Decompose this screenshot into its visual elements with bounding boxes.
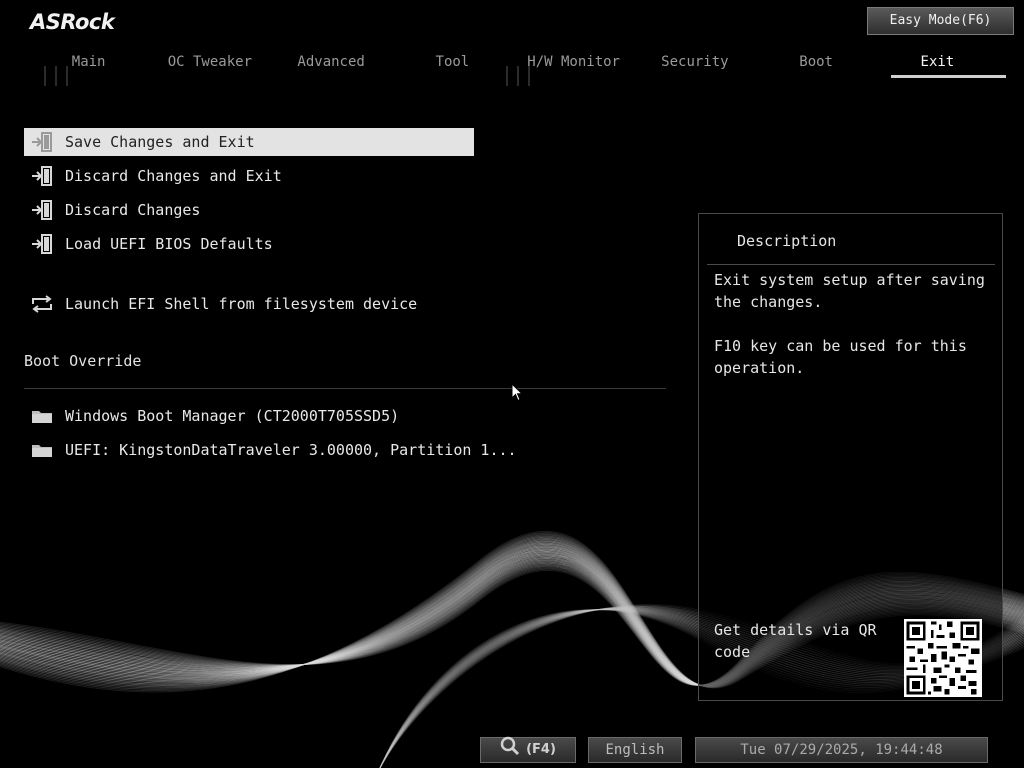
description-panel: Description Exit system setup after savi… bbox=[698, 213, 1003, 701]
menu-item-discard-changes-and-exit[interactable]: Discard Changes and Exit bbox=[24, 162, 474, 190]
refresh-arrows-icon bbox=[30, 294, 54, 314]
datetime-display: Tue 07/29/2025, 19:44:48 bbox=[695, 737, 988, 763]
menu-item-label: Save Changes and Exit bbox=[65, 133, 255, 151]
tab-tool[interactable]: Tool bbox=[392, 50, 513, 80]
menu-item-label: Load UEFI BIOS Defaults bbox=[65, 235, 273, 253]
exit-door-icon bbox=[30, 166, 54, 186]
tab-security[interactable]: Security bbox=[634, 50, 755, 80]
tab-boot[interactable]: Boot bbox=[756, 50, 877, 80]
description-text: Exit system setup after saving the chang… bbox=[714, 269, 994, 401]
tab-oc-tweaker[interactable]: OC Tweaker bbox=[149, 50, 270, 80]
mouse-cursor-icon bbox=[511, 382, 524, 406]
boot-override-title: Boot Override bbox=[24, 352, 142, 370]
qr-label: Get details via QR code bbox=[714, 621, 877, 661]
description-paragraph: Exit system setup after saving the chang… bbox=[714, 271, 985, 311]
description-paragraph: F10 key can be used for this operation. bbox=[714, 337, 967, 377]
menu-item-discard-changes[interactable]: Discard Changes bbox=[24, 196, 474, 224]
menu-item-label: Discard Changes bbox=[65, 201, 201, 219]
easy-mode-button[interactable]: Easy Mode(F6) bbox=[867, 7, 1014, 35]
search-icon bbox=[500, 736, 520, 764]
description-title: Description bbox=[737, 232, 837, 250]
menu-item-launch-efi-shell[interactable]: Launch EFI Shell from filesystem device bbox=[24, 290, 474, 318]
tab-advanced[interactable]: Advanced bbox=[271, 50, 392, 80]
tab-main[interactable]: Main bbox=[28, 50, 149, 80]
exit-door-icon bbox=[30, 200, 54, 220]
boot-item-windows-boot-manager[interactable]: Windows Boot Manager (CT2000T705SSD5) bbox=[24, 402, 624, 430]
exit-door-icon bbox=[30, 234, 54, 254]
description-divider bbox=[707, 264, 995, 265]
language-button[interactable]: English bbox=[588, 737, 682, 763]
boot-item-label: UEFI: KingstonDataTraveler 3.00000, Part… bbox=[65, 441, 517, 459]
exit-door-icon bbox=[30, 132, 54, 152]
boot-item-kingston-usb[interactable]: UEFI: KingstonDataTraveler 3.00000, Part… bbox=[24, 436, 624, 464]
search-button[interactable]: (F4) bbox=[480, 736, 576, 764]
folder-icon bbox=[30, 406, 54, 426]
menu-item-load-uefi-bios-defaults[interactable]: Load UEFI BIOS Defaults bbox=[24, 230, 474, 258]
qr-code-image bbox=[904, 619, 982, 697]
search-shortcut-label: (F4) bbox=[526, 742, 556, 757]
tab-hw-monitor[interactable]: H/W Monitor bbox=[513, 50, 634, 80]
menu-item-label: Discard Changes and Exit bbox=[65, 167, 282, 185]
asrock-logo: ASRock bbox=[30, 10, 115, 34]
section-divider bbox=[24, 388, 666, 389]
menu-item-label: Launch EFI Shell from filesystem device bbox=[65, 295, 418, 313]
menu-item-save-changes-and-exit[interactable]: Save Changes and Exit bbox=[24, 128, 474, 156]
boot-item-label: Windows Boot Manager (CT2000T705SSD5) bbox=[65, 407, 400, 425]
main-tabs: Main OC Tweaker Advanced Tool H/W Monito… bbox=[28, 50, 1007, 80]
tab-exit[interactable]: Exit bbox=[877, 50, 1007, 80]
folder-icon bbox=[30, 440, 54, 460]
